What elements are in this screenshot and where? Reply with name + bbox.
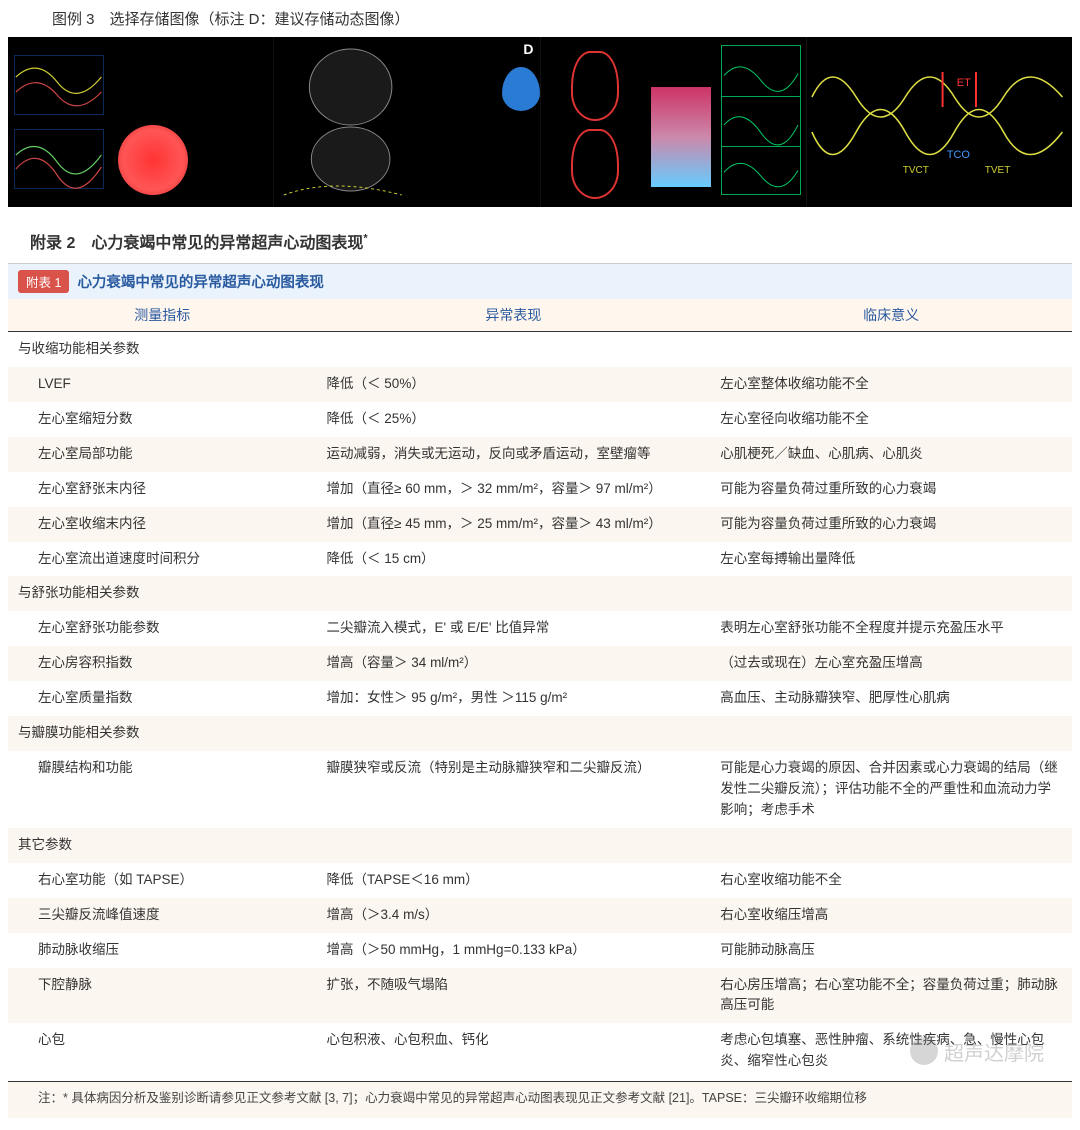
figure-caption: 图例 3 选择存储图像（标注 D：建议存储动态图像） (52, 8, 1072, 29)
ultrasound-image-strip: D ET TCO TVCT TVET (8, 37, 1072, 207)
cell-b: 增加（直径≥ 60 mm，＞ 32 mm/m²，容量＞ 97 ml/m²） (317, 472, 711, 507)
cell-c: 考虑心包填塞、恶性肿瘤、系统性疾病、急、慢性心包炎、缩窄性心包炎 (710, 1023, 1072, 1079)
cell-c: 左心室整体收缩功能不全 (710, 367, 1072, 402)
cell-a: 左心室舒张功能参数 (8, 611, 317, 646)
cell-a: LVEF (8, 367, 317, 402)
ultrasound-panel-1 (8, 37, 274, 207)
section-header-row: 与舒张功能相关参数 (8, 576, 1072, 611)
table-row: 左心室质量指数增加：女性＞ 95 g/m²，男性 ＞115 g/m²高血压、主动… (8, 681, 1072, 716)
strain-curve-grid (721, 45, 801, 195)
cell-c: 可能是心力衰竭的原因、合并因素或心力衰竭的结局（继发性二尖瓣反流）；评估功能不全… (710, 751, 1072, 828)
table-row: 左心室流出道速度时间积分降低（＜ 15 cm）左心室每搏输出量降低 (8, 542, 1072, 577)
appendix-heading-text: 附录 2 心力衰竭中常见的异常超声心动图表现 (30, 235, 363, 252)
section-title: 其它参数 (8, 828, 1072, 863)
cell-b: 降低（＜ 15 cm） (317, 542, 711, 577)
cell-c: 高血压、主动脉瓣狭窄、肥厚性心肌病 (710, 681, 1072, 716)
tdi-tvct-label: TVCT (903, 165, 929, 176)
ultrasound-panel-3 (541, 37, 807, 207)
cell-c: 可能为容量负荷过重所致的心力衰竭 (710, 507, 1072, 542)
table-row: 下腔静脉扩张，不随吸气塌陷右心房压增高；右心室功能不全；容量负荷过重；肺动脉高压… (8, 968, 1072, 1024)
table-row: 三尖瓣反流峰值速度增高（＞3.4 m/s）右心室收缩压增高 (8, 898, 1072, 933)
ultrasound-panel-4: ET TCO TVCT TVET (807, 37, 1072, 207)
panel-d-label: D (523, 41, 533, 57)
cell-c: 表明左心室舒张功能不全程度并提示充盈压水平 (710, 611, 1072, 646)
cell-b: 扩张，不随吸气塌陷 (317, 968, 711, 1024)
cell-c: 左心室径向收缩功能不全 (710, 402, 1072, 437)
section-header-row: 与瓣膜功能相关参数 (8, 716, 1072, 751)
col-header-clinical: 临床意义 (710, 299, 1072, 332)
table-footnote: 注：* 具体病因分析及鉴别诊断请参见正文参考文献 [3, 7]；心力衰竭中常见的… (8, 1082, 1072, 1118)
section-header-row: 与收缩功能相关参数 (8, 332, 1072, 367)
cell-a: 瓣膜结构和功能 (8, 751, 317, 828)
tdi-tco-label: TCO (947, 149, 970, 161)
section-title: 与舒张功能相关参数 (8, 576, 1072, 611)
cell-b: 瓣膜狭窄或反流（特别是主动脉瓣狭窄和二尖瓣反流） (317, 751, 711, 828)
cell-c: 左心室每搏输出量降低 (710, 542, 1072, 577)
col-header-abnormal: 异常表现 (317, 299, 711, 332)
table-row: 肺动脉收缩压增高（＞50 mmHg，1 mmHg=0.133 kPa）可能肺动脉… (8, 933, 1072, 968)
table-title-bar: 附表 1 心力衰竭中常见的异常超声心动图表现 (8, 263, 1072, 299)
cell-a: 左心室收缩末内径 (8, 507, 317, 542)
cell-b: 增高（容量＞ 34 ml/m²） (317, 646, 711, 681)
tdi-et-label: ET (957, 77, 971, 89)
speckle-tracking-outline (571, 129, 619, 199)
table-row: 左心室缩短分数降低（＜ 25%）左心室径向收缩功能不全 (8, 402, 1072, 437)
table-row: 左心室舒张功能参数二尖瓣流入模式，E' 或 E/E' 比值异常表明左心室舒张功能… (8, 611, 1072, 646)
table-header-row: 测量指标 异常表现 临床意义 (8, 299, 1072, 332)
tdi-tvet-label: TVET (985, 165, 1011, 176)
cell-c: 右心室收缩压增高 (710, 898, 1072, 933)
cell-c: 可能肺动脉高压 (710, 933, 1072, 968)
appendix-heading-sup: * (363, 233, 367, 245)
cell-a: 左心室局部功能 (8, 437, 317, 472)
cell-b: 降低（＜ 50%） (317, 367, 711, 402)
cell-b: 增加：女性＞ 95 g/m²，男性 ＞115 g/m² (317, 681, 711, 716)
speckle-tracking-outline (571, 51, 619, 121)
cell-b: 二尖瓣流入模式，E' 或 E/E' 比值异常 (317, 611, 711, 646)
col-header-measure: 测量指标 (8, 299, 317, 332)
cell-a: 下腔静脉 (8, 968, 317, 1024)
cell-a: 三尖瓣反流峰值速度 (8, 898, 317, 933)
table-badge: 附表 1 (18, 270, 69, 293)
table-row: 右心室功能（如 TAPSE）降低（TAPSE＜16 mm）右心室收缩功能不全 (8, 863, 1072, 898)
cell-c: 心肌梗死／缺血、心肌病、心肌炎 (710, 437, 1072, 472)
cell-a: 肺动脉收缩压 (8, 933, 317, 968)
cell-b: 增高（＞50 mmHg，1 mmHg=0.133 kPa） (317, 933, 711, 968)
bullseye-plot-icon (118, 125, 188, 195)
table-row: 左心室收缩末内径增加（直径≥ 45 mm，＞ 25 mm/m²，容量＞ 43 m… (8, 507, 1072, 542)
cell-b: 增加（直径≥ 45 mm，＞ 25 mm/m²，容量＞ 43 ml/m²） (317, 507, 711, 542)
table-row: 左心室局部功能运动减弱，消失或无运动，反向或矛盾运动，室壁瘤等心肌梗死／缺血、心… (8, 437, 1072, 472)
cell-b: 心包积液、心包积血、钙化 (317, 1023, 711, 1079)
cell-b: 增高（＞3.4 m/s） (317, 898, 711, 933)
table-title: 心力衰竭中常见的异常超声心动图表现 (77, 271, 324, 292)
cell-b: 降低（＜ 25%） (317, 402, 711, 437)
section-title: 与瓣膜功能相关参数 (8, 716, 1072, 751)
cell-c: 可能为容量负荷过重所致的心力衰竭 (710, 472, 1072, 507)
cell-c: （过去或现在）左心室充盈压增高 (710, 646, 1072, 681)
table-row: 左心房容积指数增高（容量＞ 34 ml/m²）（过去或现在）左心室充盈压增高 (8, 646, 1072, 681)
cell-a: 左心室舒张末内径 (8, 472, 317, 507)
ultrasound-panel-2: D (274, 37, 540, 207)
table-row: 左心室舒张末内径增加（直径≥ 60 mm，＞ 32 mm/m²，容量＞ 97 m… (8, 472, 1072, 507)
cell-a: 左心室质量指数 (8, 681, 317, 716)
cell-a: 左心室缩短分数 (8, 402, 317, 437)
cell-a: 右心室功能（如 TAPSE） (8, 863, 317, 898)
cell-c: 右心房压增高；右心室功能不全；容量负荷过重；肺动脉高压可能 (710, 968, 1072, 1024)
table-row: LVEF降低（＜ 50%）左心室整体收缩功能不全 (8, 367, 1072, 402)
table-row: 心包心包积液、心包积血、钙化考虑心包填塞、恶性肿瘤、系统性疾病、急、慢性心包炎、… (8, 1023, 1072, 1079)
cell-b: 运动减弱，消失或无运动，反向或矛盾运动，室壁瘤等 (317, 437, 711, 472)
section-header-row: 其它参数 (8, 828, 1072, 863)
appendix-heading: 附录 2 心力衰竭中常见的异常超声心动图表现* (30, 229, 1072, 253)
cell-b: 降低（TAPSE＜16 mm） (317, 863, 711, 898)
cell-a: 左心室流出道速度时间积分 (8, 542, 317, 577)
echo-findings-table: 测量指标 异常表现 临床意义 与收缩功能相关参数LVEF降低（＜ 50%）左心室… (8, 299, 1072, 1079)
cell-a: 左心房容积指数 (8, 646, 317, 681)
footnote-wrap: 注：* 具体病因分析及鉴别诊断请参见正文参考文献 [3, 7]；心力衰竭中常见的… (8, 1081, 1072, 1118)
cell-c: 右心室收缩功能不全 (710, 863, 1072, 898)
cell-a: 心包 (8, 1023, 317, 1079)
strain-colorbar (651, 87, 711, 187)
table-row: 瓣膜结构和功能瓣膜狭窄或反流（特别是主动脉瓣狭窄和二尖瓣反流）可能是心力衰竭的原… (8, 751, 1072, 828)
section-title: 与收缩功能相关参数 (8, 332, 1072, 367)
